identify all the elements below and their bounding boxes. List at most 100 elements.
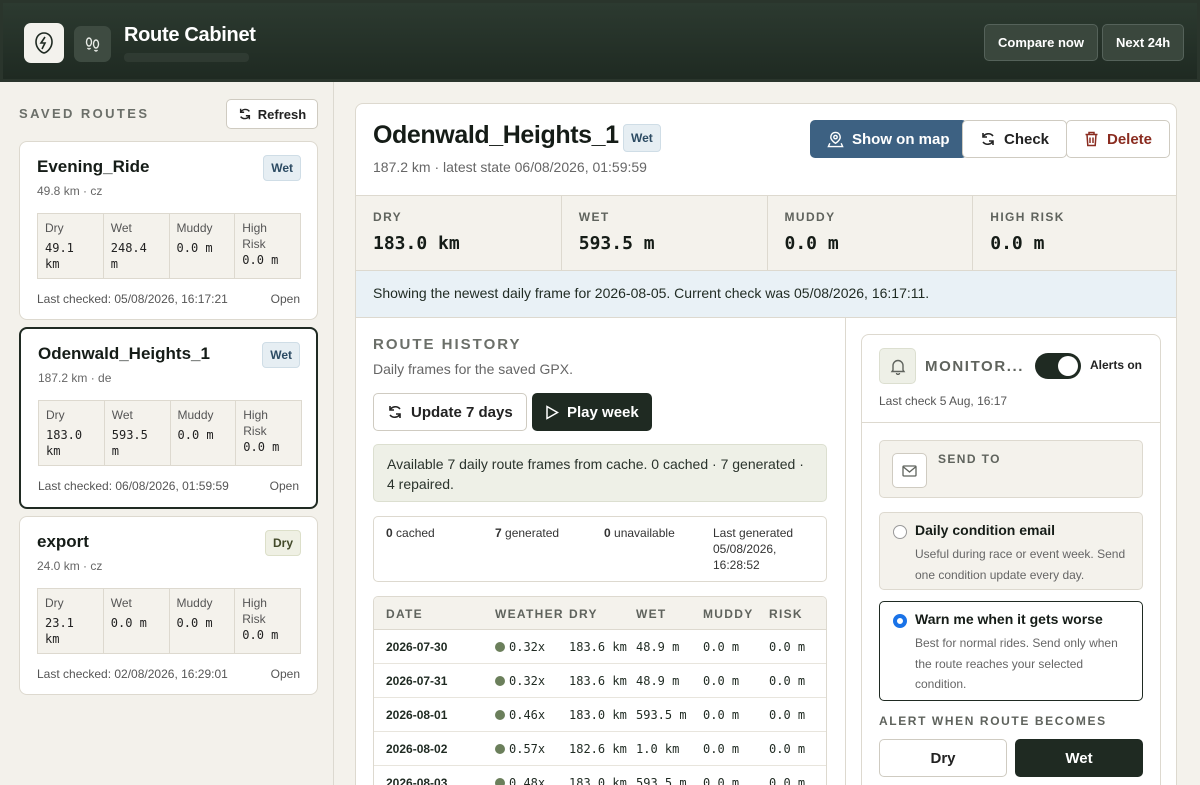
option-desc: Best for normal rides. Send only when th… xyxy=(915,636,1118,691)
app-header: Route Cabinet Compare now Next 24h xyxy=(0,0,1200,82)
route-detail-panel: Odenwald_Heights_1 Wet 187.2 km · latest… xyxy=(355,103,1177,785)
stat-risk: 0.0 m xyxy=(242,628,279,642)
route-card[interactable]: Evening_Ride 49.8 km · cz Wet Dry 49.1 km… xyxy=(19,141,318,320)
column-divider xyxy=(845,318,846,785)
alert-when-label: ALERT WHEN ROUTE BECOMES xyxy=(879,714,1107,728)
route-name: Odenwald_Heights_1 xyxy=(38,344,210,363)
stat-label-wet: Wet xyxy=(110,221,132,235)
last-generated: Last generated 05/08/2026, 16:28:52 xyxy=(713,526,794,572)
stat-dry: 23.1 km xyxy=(45,616,74,646)
cached-label: cached xyxy=(396,526,435,540)
option-title: Daily condition email xyxy=(915,522,1056,538)
col-weather: WEATHER xyxy=(495,607,564,621)
weather-dot-icon xyxy=(495,710,505,720)
refresh-button[interactable]: Refresh xyxy=(226,99,318,129)
route-meta: 49.8 km · cz xyxy=(37,184,103,198)
update-label: Update 7 days xyxy=(411,403,513,421)
route-title: Odenwald_Heights_1 xyxy=(373,121,619,149)
stat-value: 593.5 m xyxy=(578,233,655,254)
status-badge: Dry xyxy=(264,530,301,556)
play-week-button[interactable]: Play week xyxy=(532,393,652,431)
open-link[interactable]: Open xyxy=(271,667,300,681)
table-row[interactable]: 2026-08-02 0.57x 182.6 km 1.0 km 0.0 m 0… xyxy=(374,732,826,766)
generated-count: 7 xyxy=(495,526,502,540)
route-meta: 187.2 km · de xyxy=(38,371,112,385)
route-stats-summary: DRY 183.0 km WET 593.5 m MUDDY 0.0 m HIGH R… xyxy=(356,195,1176,271)
trash-icon xyxy=(1085,131,1098,147)
radio-warn[interactable] xyxy=(893,614,907,628)
last-checked: Last checked: 02/08/2026, 16:29:01 xyxy=(37,667,228,681)
stat-value: 183.0 km xyxy=(373,233,460,254)
col-risk: RISK xyxy=(769,607,803,621)
col-muddy: MUDDY xyxy=(703,607,754,621)
weather-dot-icon xyxy=(495,642,505,652)
status-badge: Wet xyxy=(623,124,661,152)
route-stats: Dry 23.1 km Wet 0.0 m Muddy 0.0 m High Risk… xyxy=(37,588,301,654)
refresh-label: Refresh xyxy=(257,106,307,122)
check-button[interactable]: Check xyxy=(962,120,1068,158)
history-title: ROUTE HISTORY xyxy=(373,336,522,353)
saved-routes-title: SAVED ROUTES xyxy=(19,106,150,121)
route-card[interactable]: export 24.0 km · cz Dry Dry 23.1 km Wet 0.… xyxy=(19,516,318,695)
generated-label: generated xyxy=(505,526,560,540)
table-row[interactable]: 2026-08-03 0.48x 183.0 km 593.5 m 0.0 m … xyxy=(374,766,826,785)
delete-button[interactable]: Delete xyxy=(1066,120,1171,158)
last-checked: Last checked: 06/08/2026, 01:59:59 xyxy=(38,479,229,493)
play-icon xyxy=(546,404,559,420)
radio-daily[interactable] xyxy=(893,525,907,539)
last-check: Last check 5 Aug, 16:17 xyxy=(879,394,1008,408)
stat-label-risk: High Risk xyxy=(242,221,267,251)
refresh-icon xyxy=(982,132,994,146)
divider xyxy=(862,422,1160,423)
warn-worse-option[interactable]: Warn me when it gets worse Best for norm… xyxy=(879,601,1143,701)
stat-label-wet: Wet xyxy=(110,596,132,610)
app-subtitle xyxy=(124,53,249,62)
table-row[interactable]: 2026-08-01 0.46x 183.0 km 593.5 m 0.0 m … xyxy=(374,698,826,732)
route-stats: Dry 183.0 km Wet 593.5 m Muddy 0.0 m High R… xyxy=(38,400,302,466)
table-row[interactable]: 2026-07-31 0.32x 183.6 km 48.9 m 0.0 m 0… xyxy=(374,664,826,698)
check-label: Check xyxy=(1004,130,1050,148)
cached-count: 0 xyxy=(386,526,393,540)
open-link[interactable]: Open xyxy=(270,479,299,493)
stat-wet: 593.5 m xyxy=(111,428,148,458)
unavailable-count: 0 xyxy=(604,526,611,540)
col-dry: DRY xyxy=(569,607,598,621)
map-pin-icon xyxy=(827,131,844,147)
app-title: Route Cabinet xyxy=(124,24,256,46)
option-desc: Useful during race or event week. Send o… xyxy=(915,547,1126,582)
alerts-toggle[interactable] xyxy=(1035,353,1081,379)
weather-dot-icon xyxy=(495,778,505,785)
update-7-days-button[interactable]: Update 7 days xyxy=(373,393,527,431)
play-label: Play week xyxy=(567,403,639,421)
daily-email-option[interactable]: Daily condition email Useful during race… xyxy=(879,512,1143,590)
frame-counts: 0 cached 7 generated 0 unavailable Last … xyxy=(373,516,827,582)
stat-risk: 0.0 m xyxy=(243,440,280,454)
route-meta: 24.0 km · cz xyxy=(37,559,103,573)
compare-now-button[interactable]: Compare now xyxy=(984,24,1098,61)
stat-risk: 0.0 m xyxy=(242,253,279,267)
stat-dry: 49.1 km xyxy=(45,241,74,271)
next-24h-button[interactable]: Next 24h xyxy=(1102,24,1185,61)
table-row[interactable]: 2026-07-30 0.32x 183.6 km 48.9 m 0.0 m 0… xyxy=(374,630,826,664)
stat-label: MUDDY xyxy=(784,210,836,224)
mail-icon xyxy=(892,453,927,488)
monitor-title: MONITOR... xyxy=(925,358,1025,375)
monitor-panel: MONITOR... Alerts on Last check 5 Aug, 1… xyxy=(861,334,1161,785)
stat-wet: 0.0 m xyxy=(110,616,147,630)
open-link[interactable]: Open xyxy=(271,292,300,306)
route-subtitle: 187.2 km · latest state 06/08/2026, 01:5… xyxy=(373,159,647,175)
unavailable-label: unavailable xyxy=(614,526,675,540)
condition-wet-button[interactable]: Wet xyxy=(1015,739,1143,777)
send-to-field[interactable]: SEND TO xyxy=(879,440,1143,498)
footprints-icon[interactable] xyxy=(74,26,111,62)
weather-dot-icon xyxy=(495,676,505,686)
stat-muddy: 0.0 m xyxy=(176,241,213,255)
stat-muddy: 0.0 m xyxy=(176,616,213,630)
condition-dry-button[interactable]: Dry xyxy=(879,739,1007,777)
route-card[interactable]: Odenwald_Heights_1 187.2 km · de Wet Dry… xyxy=(19,327,318,509)
bell-icon xyxy=(879,348,916,384)
stat-label-muddy: Muddy xyxy=(176,596,213,610)
show-on-map-button[interactable]: Show on map xyxy=(810,120,967,158)
saved-routes-sidebar: SAVED ROUTES Refresh Evening_Ride 49.8 k… xyxy=(0,82,334,785)
stat-value: 0.0 m xyxy=(990,233,1045,254)
